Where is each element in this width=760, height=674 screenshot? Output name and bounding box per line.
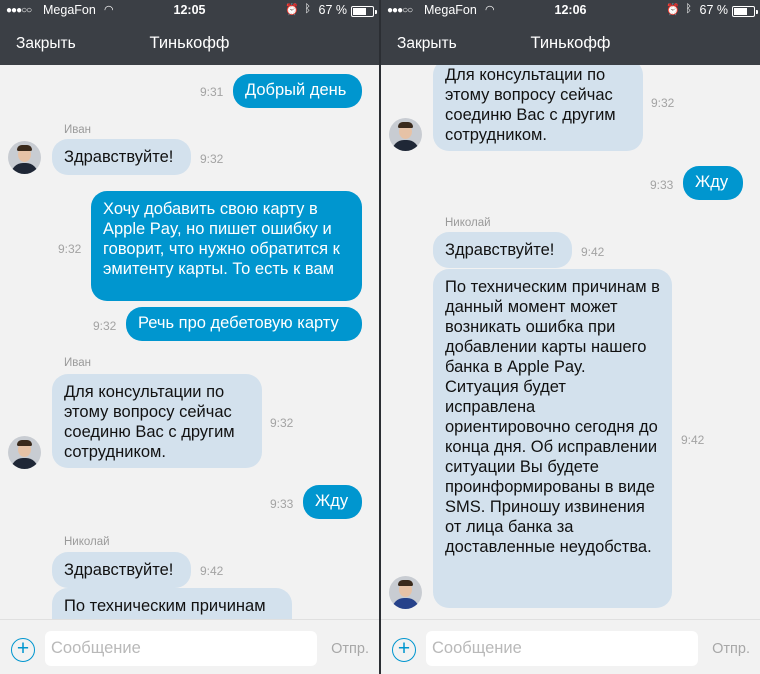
incoming-message[interactable]: Для консультации по этому вопросу сейчас… <box>433 65 643 151</box>
compose-bar: + Сообщение Отпр. <box>381 619 760 674</box>
incoming-message[interactable]: Здравствуйте! <box>52 139 191 175</box>
compose-bar: + Сообщение Отпр. <box>0 619 379 674</box>
chat-screen-right: ●●●○○ MegaFon ◠ 12:06 ⏰ ᛒ 67 % Закрыть Т… <box>381 0 760 674</box>
message-input[interactable]: Сообщение <box>45 631 317 666</box>
incoming-message[interactable]: Здравствуйте! <box>52 552 191 588</box>
outgoing-message[interactable]: Хочу добавить свою карту в Apple Pay, но… <box>91 191 362 301</box>
incoming-message[interactable]: По техническим причинам в данный момент … <box>433 269 672 608</box>
message-time: 9:42 <box>200 564 224 578</box>
send-button[interactable]: Отпр. <box>331 641 369 657</box>
outgoing-message[interactable]: Жду <box>683 166 743 200</box>
add-attachment-button[interactable]: + <box>392 638 416 662</box>
sender-name: Николай <box>64 536 110 548</box>
message-time: 9:33 <box>650 178 674 192</box>
avatar <box>8 141 41 174</box>
battery-percent: 67 % <box>318 3 348 17</box>
message-time: 9:32 <box>93 319 117 333</box>
sender-name: Иван <box>64 357 91 369</box>
message-list[interactable]: Для консультации по этому вопросу сейчас… <box>381 65 760 619</box>
incoming-message[interactable]: Для консультации по этому вопросу сейчас… <box>52 374 262 468</box>
avatar <box>389 118 422 151</box>
avatar <box>389 576 422 609</box>
alarm-icon: ⏰ <box>666 4 680 16</box>
nav-bar: Закрыть Тинькофф <box>0 22 379 65</box>
bluetooth-icon: ᛒ <box>304 3 311 15</box>
nav-bar: Закрыть Тинькофф <box>381 22 760 65</box>
incoming-message[interactable]: По техническим причинам <box>52 588 292 619</box>
message-time: 9:32 <box>651 96 675 110</box>
message-time: 9:32 <box>200 152 224 166</box>
outgoing-message[interactable]: Жду <box>303 485 362 519</box>
incoming-message[interactable]: Здравствуйте! <box>433 232 572 268</box>
message-time: 9:32 <box>58 242 82 256</box>
outgoing-message[interactable]: Речь про дебетовую карту <box>126 307 362 341</box>
message-input[interactable]: Сообщение <box>426 631 698 666</box>
battery-icon <box>732 6 758 17</box>
status-bar: ●●●○○ MegaFon ◠ 12:06 ⏰ ᛒ 67 % <box>381 0 760 22</box>
message-time: 9:42 <box>681 433 705 447</box>
status-bar: ●●●○○ MegaFon ◠ 12:05 ⏰ ᛒ 67 % <box>0 0 379 22</box>
message-time: 9:33 <box>270 497 294 511</box>
alarm-icon: ⏰ <box>285 4 299 16</box>
avatar <box>8 436 41 469</box>
message-list[interactable]: 9:31 Добрый день Иван Здравствуйте! 9:32… <box>0 65 379 619</box>
sender-name: Иван <box>64 124 91 136</box>
chat-title: Тинькофф <box>530 34 611 52</box>
message-time: 9:32 <box>270 416 294 430</box>
sender-name: Николай <box>445 217 491 229</box>
chat-title: Тинькофф <box>149 34 230 52</box>
chat-screen-left: ●●●○○ MegaFon ◠ 12:05 ⏰ ᛒ 67 % Закрыть Т… <box>0 0 379 674</box>
outgoing-message[interactable]: Добрый день <box>233 74 362 108</box>
send-button[interactable]: Отпр. <box>712 641 750 657</box>
message-time: 9:31 <box>200 85 224 99</box>
add-attachment-button[interactable]: + <box>11 638 35 662</box>
bluetooth-icon: ᛒ <box>685 3 692 15</box>
battery-icon <box>351 6 377 17</box>
battery-percent: 67 % <box>699 3 729 17</box>
message-time: 9:42 <box>581 245 605 259</box>
